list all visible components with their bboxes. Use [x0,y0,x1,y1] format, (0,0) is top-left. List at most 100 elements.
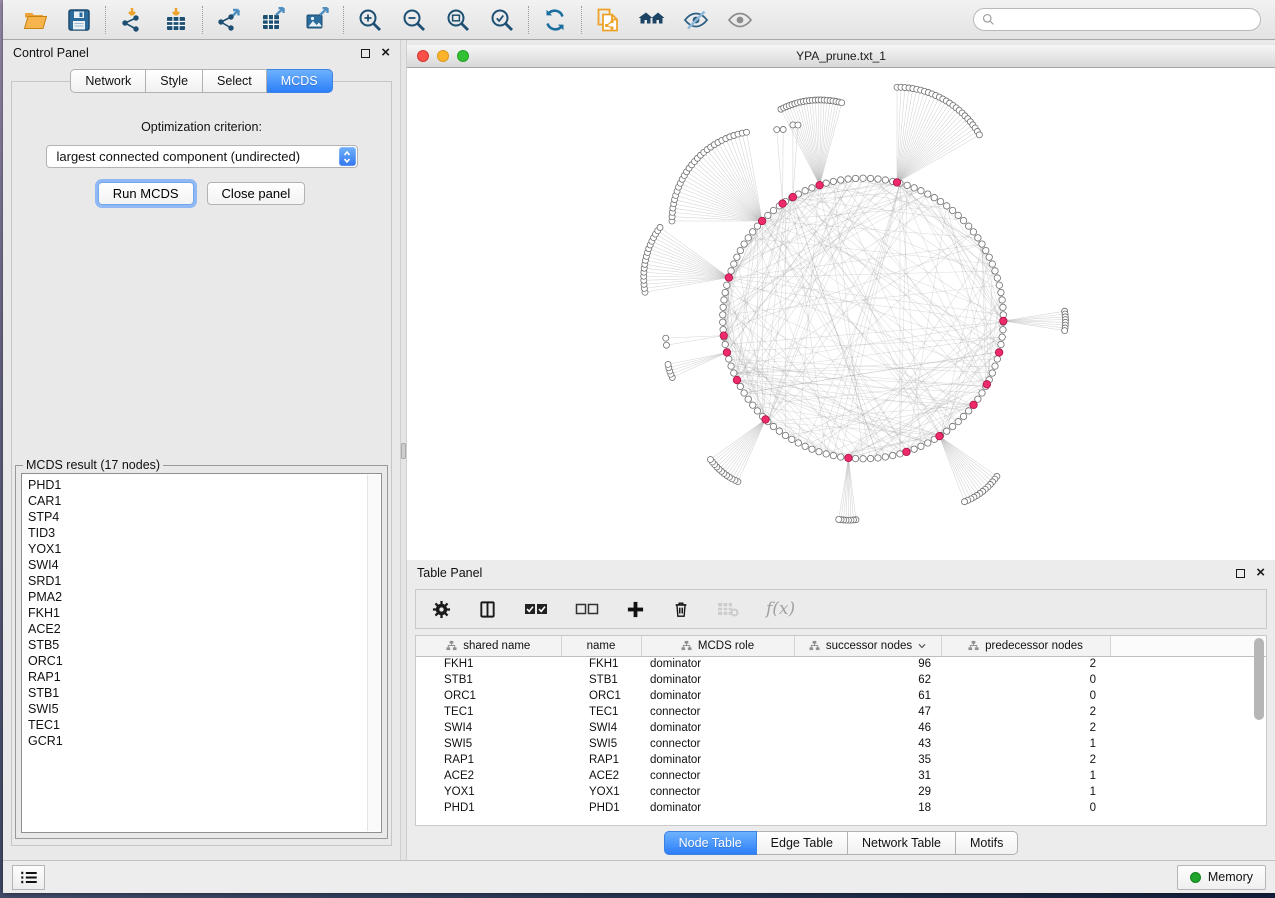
ring-node[interactable] [944,428,950,434]
ring-node[interactable] [970,229,976,235]
ring-node[interactable] [745,235,751,241]
tab-mcds[interactable]: MCDS [267,69,333,93]
table-row[interactable]: RAP1RAP1dominator352 [416,752,1266,768]
table-row[interactable]: YOX1YOX1connector291 [416,784,1266,800]
dominator-node[interactable] [779,200,786,207]
ring-node[interactable] [720,312,726,318]
tab-network[interactable]: Network [70,69,146,93]
zoom-out-icon[interactable] [400,6,428,34]
mcds-result-item[interactable]: STP4 [22,509,381,525]
close-panel-icon[interactable]: × [381,48,390,58]
ring-node[interactable] [722,289,728,295]
mcds-result-item[interactable]: SWI4 [22,557,381,573]
column-header-predecessor-nodes[interactable]: predecessor nodes [941,636,1110,656]
table-row[interactable]: SWI4SWI4dominator462 [416,720,1266,736]
tab-network-table[interactable]: Network Table [848,831,956,855]
ring-node[interactable] [750,229,756,235]
ring-node[interactable] [989,261,995,267]
ring-node[interactable] [830,178,836,184]
network-canvas[interactable] [407,68,1275,560]
ring-node[interactable] [999,297,1005,303]
ring-node[interactable] [986,254,992,260]
ring-node[interactable] [728,268,734,274]
ring-node[interactable] [994,356,1000,362]
float-panel-icon[interactable] [361,49,370,58]
dominator-node[interactable] [936,432,943,439]
ring-node[interactable] [770,423,776,429]
table-row[interactable]: FKH1FKH1dominator962 [416,656,1266,672]
mcds-result-item[interactable]: TEC1 [22,717,381,733]
show-all-icon[interactable] [726,6,754,34]
mcds-result-item[interactable]: SWI5 [22,701,381,717]
ring-node[interactable] [867,455,873,461]
ring-node[interactable] [860,175,866,181]
ring-node[interactable] [789,436,795,442]
select-all-icon[interactable] [524,602,548,616]
ring-node[interactable] [860,456,866,462]
column-header-shared-name[interactable]: shared name [416,636,561,656]
ring-node[interactable] [845,176,851,182]
ring-node[interactable] [998,341,1004,347]
duplicate-network-icon[interactable] [594,6,622,34]
column-header-name[interactable]: name [561,636,641,656]
mcds-result-item[interactable]: RAP1 [22,669,381,685]
first-neighbors-icon[interactable] [638,6,666,34]
ring-node[interactable] [875,455,881,461]
close-window-icon[interactable] [417,50,429,62]
tab-edge-table[interactable]: Edge Table [757,831,848,855]
satellite-node[interactable] [657,224,663,230]
refresh-icon[interactable] [541,6,569,34]
ring-node[interactable] [965,223,971,229]
satellite-node[interactable] [707,456,713,462]
ring-node[interactable] [802,188,808,194]
ring-node[interactable] [983,247,989,253]
ring-node[interactable] [776,428,782,434]
ring-node[interactable] [889,452,895,458]
mcds-result-item[interactable]: GCR1 [22,733,381,749]
mcds-result-item[interactable]: PMA2 [22,589,381,605]
satellite-node[interactable] [1062,328,1068,334]
dominator-node[interactable] [758,217,765,224]
close-table-panel-icon[interactable]: × [1256,568,1265,578]
dominator-node[interactable] [983,381,990,388]
import-network-icon[interactable] [118,6,146,34]
mcds-result-item[interactable]: SRD1 [22,573,381,589]
export-table-icon[interactable] [259,6,287,34]
ring-node[interactable] [949,423,955,429]
ring-node[interactable] [897,451,903,457]
satellite-node[interactable] [744,129,750,135]
mcds-result-item[interactable]: YOX1 [22,541,381,557]
settings-icon[interactable] [432,600,451,619]
dominator-node[interactable] [845,454,852,461]
deselect-all-icon[interactable] [575,602,599,616]
dominator-node[interactable] [723,349,730,356]
ring-node[interactable] [720,319,726,325]
ring-node[interactable] [925,440,931,446]
ring-node[interactable] [904,182,910,188]
tab-node-table[interactable]: Node Table [664,831,757,855]
ring-node[interactable] [992,268,998,274]
ring-node[interactable] [809,185,815,191]
ring-node[interactable] [925,191,931,197]
ring-node[interactable] [979,241,985,247]
table-row[interactable]: SWI5SWI5connector431 [416,736,1266,752]
maximize-window-icon[interactable] [457,50,469,62]
satellite-node[interactable] [962,499,968,505]
tab-motifs[interactable]: Motifs [956,831,1018,855]
search-input[interactable] [1001,13,1252,27]
ring-node[interactable] [837,177,843,183]
ring-node[interactable] [1000,304,1006,310]
ring-node[interactable] [809,446,815,452]
ring-node[interactable] [750,402,756,408]
zoom-in-icon[interactable] [356,6,384,34]
mcds-result-item[interactable]: STB5 [22,637,381,653]
ring-node[interactable] [823,180,829,186]
ring-node[interactable] [955,212,961,218]
column-header-successor-nodes[interactable]: successor nodes [794,636,941,656]
ring-node[interactable] [882,454,888,460]
ring-node[interactable] [722,341,728,347]
ring-node[interactable] [994,275,1000,281]
ring-node[interactable] [852,455,858,461]
ring-node[interactable] [931,194,937,200]
dominator-node[interactable] [725,274,732,281]
